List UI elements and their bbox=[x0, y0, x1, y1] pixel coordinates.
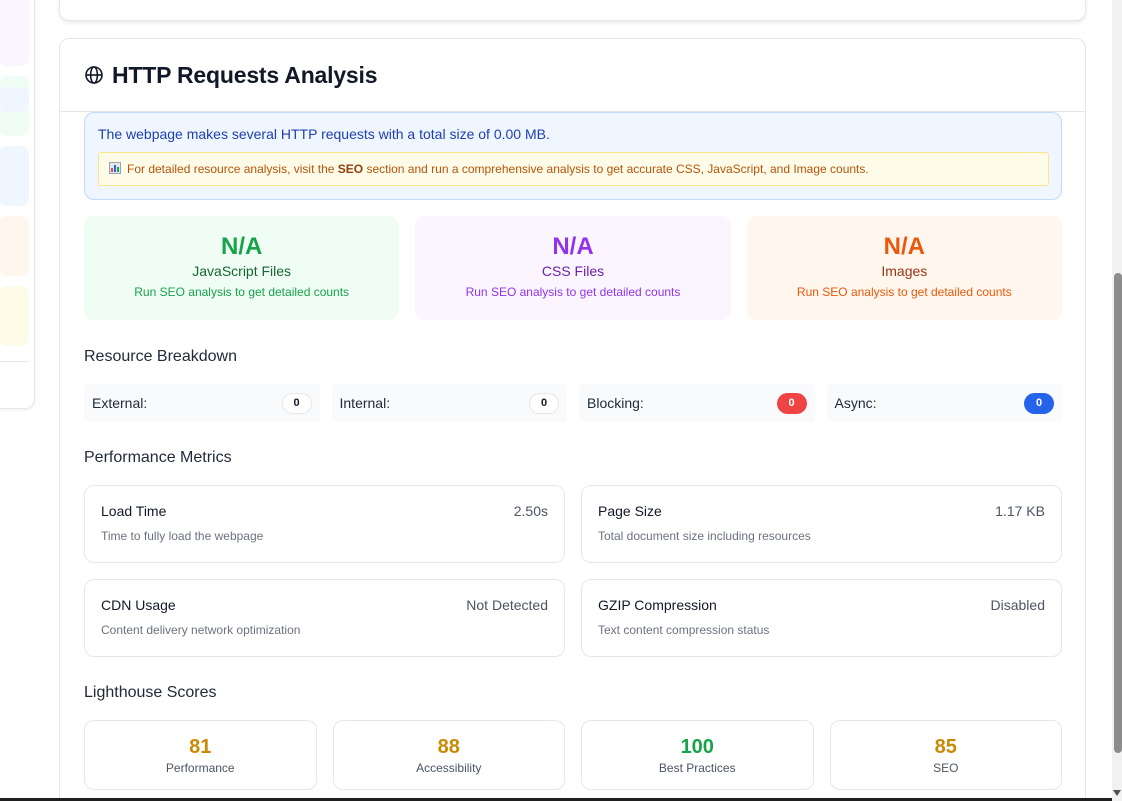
scroll-down-arrow-icon[interactable] bbox=[1113, 790, 1121, 796]
sidebar-chip-orange[interactable] bbox=[0, 216, 29, 276]
count-badge: 0 bbox=[281, 392, 312, 414]
score-label: SEO bbox=[933, 761, 959, 775]
score-seo: 85 SEO bbox=[829, 720, 1062, 790]
http-requests-card: HTTP Requests Analysis The webpage makes… bbox=[59, 38, 1086, 801]
breakdown-internal: Internal: 0 bbox=[331, 384, 567, 422]
metric-value: 2.50s bbox=[513, 503, 548, 519]
resource-breakdown-title: Resource Breakdown bbox=[84, 348, 237, 365]
metric-load-time: Load Time 2.50s Time to fully load the w… bbox=[84, 485, 565, 563]
score-performance: 81 Performance bbox=[84, 720, 317, 790]
metric-description: Total document size including resources bbox=[598, 529, 811, 543]
sidebar-chip-purple[interactable] bbox=[0, 0, 29, 66]
metric-description: Text content compression status bbox=[598, 623, 770, 637]
notice-seo-link[interactable]: SEO bbox=[338, 162, 363, 176]
count-badge: 0 bbox=[1024, 392, 1054, 414]
score-label: Best Practices bbox=[658, 761, 736, 775]
stat-value: N/A bbox=[220, 233, 263, 260]
stat-subtext: Run SEO analysis to get detailed counts bbox=[134, 285, 350, 299]
lighthouse-scores: 81 Performance 88 Accessibility 100 Best… bbox=[84, 720, 1062, 790]
metric-name: GZIP Compression bbox=[598, 597, 717, 613]
sidebar-chip-blue[interactable] bbox=[0, 146, 29, 206]
metric-value: Not Detected bbox=[466, 597, 548, 613]
performance-metrics: Load Time 2.50s Time to fully load the w… bbox=[84, 485, 1062, 657]
score-value: 100 bbox=[680, 736, 714, 758]
resource-counts: N/A JavaScript Files Run SEO analysis to… bbox=[84, 216, 1062, 320]
breakdown-blocking: Blocking: 0 bbox=[579, 384, 815, 422]
seo-notice: For detailed resource analysis, visit th… bbox=[98, 152, 1049, 186]
stat-value: N/A bbox=[552, 233, 594, 260]
resource-breakdown: External: 0 Internal: 0 Blocking: 0 Asyn… bbox=[84, 384, 1062, 422]
images-stat: N/A Images Run SEO analysis to get detai… bbox=[746, 216, 1062, 320]
sidebar-panel bbox=[0, 0, 35, 409]
card-content: The webpage makes several HTTP requests … bbox=[84, 112, 1062, 790]
score-accessibility: 88 Accessibility bbox=[332, 720, 565, 790]
info-box: The webpage makes several HTTP requests … bbox=[84, 112, 1062, 200]
card-title: HTTP Requests Analysis bbox=[112, 61, 378, 88]
count-badge: 0 bbox=[776, 392, 807, 414]
score-label: Performance bbox=[165, 761, 235, 775]
breakdown-label: External: bbox=[92, 395, 148, 411]
breakdown-async: Async: 0 bbox=[826, 384, 1062, 422]
metric-cdn-usage: CDN Usage Not Detected Content delivery … bbox=[84, 579, 565, 657]
sidebar-chip-blue-small[interactable] bbox=[0, 87, 29, 112]
metric-name: Load Time bbox=[101, 503, 167, 519]
globe-icon bbox=[84, 65, 104, 85]
sidebar-divider bbox=[0, 361, 29, 362]
scrollbar-thumb[interactable] bbox=[1114, 273, 1122, 753]
lighthouse-scores-title: Lighthouse Scores bbox=[84, 684, 217, 701]
breakdown-label: Internal: bbox=[339, 395, 391, 411]
score-value: 85 bbox=[934, 736, 957, 758]
notice-prefix: For detailed resource analysis, visit th… bbox=[127, 162, 338, 176]
stat-value: N/A bbox=[883, 233, 925, 260]
breakdown-external: External: 0 bbox=[84, 384, 320, 422]
score-label: Accessibility bbox=[416, 761, 482, 775]
metric-value: Disabled bbox=[990, 597, 1045, 613]
metric-description: Time to fully load the webpage bbox=[101, 529, 264, 543]
stat-subtext: Run SEO analysis to get detailed counts bbox=[796, 285, 1012, 299]
stat-label: CSS Files bbox=[541, 263, 605, 279]
metric-value: 1.17 KB bbox=[995, 503, 1045, 519]
css-files-stat: N/A CSS Files Run SEO analysis to get de… bbox=[415, 216, 731, 320]
count-badge: 0 bbox=[529, 392, 559, 414]
metric-name: CDN Usage bbox=[101, 597, 176, 613]
info-text: The webpage makes several HTTP requests … bbox=[98, 126, 550, 142]
breakdown-label: Async: bbox=[834, 395, 877, 411]
stat-subtext: Run SEO analysis to get detailed counts bbox=[465, 285, 681, 299]
score-value: 81 bbox=[189, 736, 212, 758]
score-best-practices: 100 Best Practices bbox=[581, 720, 814, 790]
stat-label: Images bbox=[881, 263, 928, 279]
score-value: 88 bbox=[437, 736, 460, 758]
metric-gzip-compression: GZIP Compression Disabled Text content c… bbox=[581, 579, 1062, 657]
stat-label: JavaScript Files bbox=[192, 263, 292, 279]
performance-metrics-title: Performance Metrics bbox=[84, 449, 232, 466]
sidebar-chip-yellow[interactable] bbox=[0, 286, 29, 346]
card-header: HTTP Requests Analysis bbox=[60, 39, 1085, 112]
metric-page-size: Page Size 1.17 KB Total document size in… bbox=[581, 485, 1062, 563]
breakdown-label: Blocking: bbox=[587, 395, 644, 411]
vertical-scrollbar[interactable] bbox=[1112, 0, 1122, 801]
javascript-files-stat: N/A JavaScript Files Run SEO analysis to… bbox=[84, 216, 400, 320]
metric-name: Page Size bbox=[598, 503, 662, 519]
previous-card bbox=[59, 0, 1086, 21]
bar-chart-icon bbox=[109, 161, 121, 177]
notice-suffix: section and run a comprehensive analysis… bbox=[363, 162, 869, 176]
metric-description: Content delivery network optimization bbox=[101, 623, 301, 637]
